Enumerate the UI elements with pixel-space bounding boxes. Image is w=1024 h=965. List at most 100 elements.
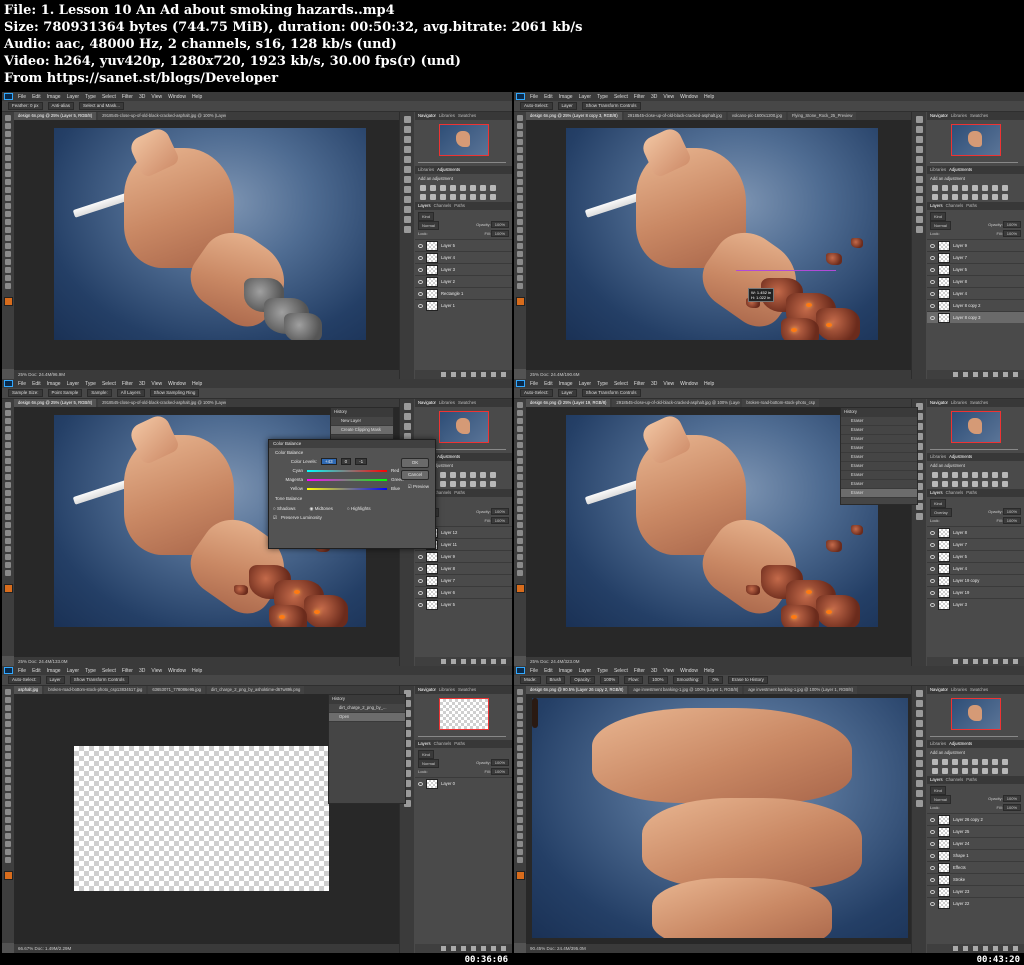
tool-icon[interactable] — [517, 729, 523, 735]
option-control[interactable]: Sample: — [87, 389, 112, 397]
panel-icon[interactable] — [915, 700, 923, 707]
adjustment-icon[interactable] — [972, 472, 978, 478]
link-icon[interactable] — [953, 659, 958, 664]
document-tab[interactable]: broken-road-bottom-stock-photo_csp — [742, 399, 820, 407]
panel-tab[interactable]: Adjustments — [437, 453, 460, 461]
navigator-preview[interactable] — [438, 124, 489, 156]
tool-icon[interactable] — [5, 809, 11, 815]
panel-icon[interactable] — [915, 126, 923, 133]
trash-icon[interactable] — [1013, 659, 1018, 664]
adjustment-icon[interactable] — [450, 481, 456, 487]
document-tab[interactable]: 2918545-close-up-of-old-black-cracked-as… — [623, 112, 726, 120]
menu-item[interactable]: File — [18, 381, 26, 387]
tool-icon[interactable] — [517, 498, 523, 504]
adjustment-icon[interactable] — [430, 194, 436, 200]
option-control[interactable]: Auto-Select: — [520, 389, 553, 397]
tool-icon[interactable] — [5, 841, 11, 847]
canvas-area[interactable]: W: 1.452 in H: 1.022 in — [526, 120, 912, 370]
panel-icon[interactable] — [403, 423, 411, 430]
adjustment-icon[interactable] — [490, 481, 496, 487]
panel-icon[interactable] — [915, 116, 923, 123]
opacity-field[interactable]: 100% — [1002, 508, 1021, 515]
panel-icon[interactable] — [915, 206, 923, 213]
history-state[interactable]: Eraser — [841, 462, 917, 471]
tool-icon[interactable] — [5, 251, 11, 257]
adjustment-icon[interactable] — [952, 768, 958, 774]
layer-row[interactable]: Layer 9 — [927, 239, 1024, 251]
tool-icon[interactable] — [517, 251, 523, 257]
adjustment-layer-icon[interactable] — [471, 659, 476, 664]
menu-item[interactable]: File — [530, 381, 538, 387]
option-control[interactable]: 100% — [599, 676, 620, 684]
blend-mode-select[interactable]: Normal — [418, 221, 439, 230]
option-control[interactable]: Mode: — [520, 676, 541, 684]
tool-icon[interactable] — [5, 562, 11, 568]
tool-icon[interactable] — [517, 163, 523, 169]
layer-row[interactable]: Layer 2 — [415, 275, 512, 287]
tool-icon[interactable] — [517, 219, 523, 225]
fx-icon[interactable] — [963, 372, 968, 377]
menu-item[interactable]: Image — [47, 668, 61, 674]
adjustment-icon[interactable] — [490, 185, 496, 191]
fill-field[interactable]: 100% — [1002, 517, 1021, 524]
menu-item[interactable]: Layer — [67, 668, 80, 674]
adjustment-icon[interactable] — [962, 768, 968, 774]
balance-slider[interactable] — [307, 469, 387, 472]
adjustment-icon[interactable] — [470, 194, 476, 200]
panel-tab[interactable]: Libraries — [439, 686, 455, 694]
panel-icon[interactable] — [915, 690, 923, 697]
menu-item[interactable]: 3D — [651, 381, 657, 387]
visibility-eye-icon[interactable] — [418, 279, 423, 284]
adjustment-icon[interactable] — [962, 185, 968, 191]
layer-row[interactable]: Layer 4 — [415, 251, 512, 263]
trash-icon[interactable] — [501, 372, 506, 377]
tool-icon[interactable] — [517, 514, 523, 520]
panel-tab[interactable]: Channels — [434, 202, 452, 210]
panel-icon[interactable] — [915, 790, 923, 797]
adjustment-icon[interactable] — [982, 759, 988, 765]
option-control[interactable]: Erase to History — [727, 676, 768, 684]
fill-field[interactable]: 100% — [490, 768, 509, 775]
tool-icon[interactable] — [5, 785, 11, 791]
zoom-slider[interactable] — [418, 735, 506, 737]
layer-row[interactable]: Layer 5 — [927, 550, 1024, 562]
tone-radio[interactable]: ◉ Midtones — [309, 506, 332, 512]
panel-tab[interactable]: Libraries — [439, 112, 455, 120]
menu-item[interactable]: View — [151, 94, 162, 100]
tool-icon[interactable] — [517, 211, 523, 217]
panel-icon[interactable] — [915, 730, 923, 737]
panel-icon[interactable] — [403, 186, 411, 193]
document-tab[interactable]: 2918545-close-up-of-old-black-cracked-as… — [98, 399, 227, 407]
new-layer-icon[interactable] — [1003, 372, 1008, 377]
tool-icon[interactable] — [5, 163, 11, 169]
layer-row[interactable]: Layer 7 — [927, 538, 1024, 550]
option-control[interactable]: All Layers — [116, 389, 145, 397]
panel-tab[interactable]: Swatches — [458, 112, 476, 120]
tool-icon[interactable] — [517, 283, 523, 289]
adjustment-icon[interactable] — [942, 194, 948, 200]
tool-icon[interactable] — [517, 713, 523, 719]
menu-item[interactable]: Edit — [32, 668, 41, 674]
option-control[interactable]: Show Transform Controls — [69, 676, 129, 684]
tool-icon[interactable] — [517, 434, 523, 440]
menu-item[interactable]: Image — [559, 381, 573, 387]
option-control[interactable]: Layer — [45, 676, 65, 684]
menu-item[interactable]: File — [530, 668, 538, 674]
navigator-preview[interactable] — [438, 698, 489, 730]
visibility-eye-icon[interactable] — [930, 901, 935, 906]
panel-tab[interactable]: Paths — [454, 202, 465, 210]
adjustment-icon[interactable] — [460, 481, 466, 487]
tool-icon[interactable] — [5, 283, 11, 289]
panel-tab[interactable]: Libraries — [930, 453, 946, 461]
layer-row[interactable]: Layer 5 — [927, 263, 1024, 275]
tool-icon[interactable] — [5, 482, 11, 488]
menu-item[interactable]: Select — [614, 94, 628, 100]
tool-icon[interactable] — [5, 466, 11, 472]
option-control[interactable]: Layer — [557, 102, 577, 110]
menu-item[interactable]: Window — [168, 94, 186, 100]
tool-icon[interactable] — [5, 522, 11, 528]
preserve-luminosity-checkbox[interactable]: ☑ Preserve Luminosity — [269, 513, 435, 522]
adjustment-icon[interactable] — [440, 194, 446, 200]
panel-icon[interactable] — [403, 156, 411, 163]
panel-tab[interactable]: Swatches — [970, 686, 988, 694]
